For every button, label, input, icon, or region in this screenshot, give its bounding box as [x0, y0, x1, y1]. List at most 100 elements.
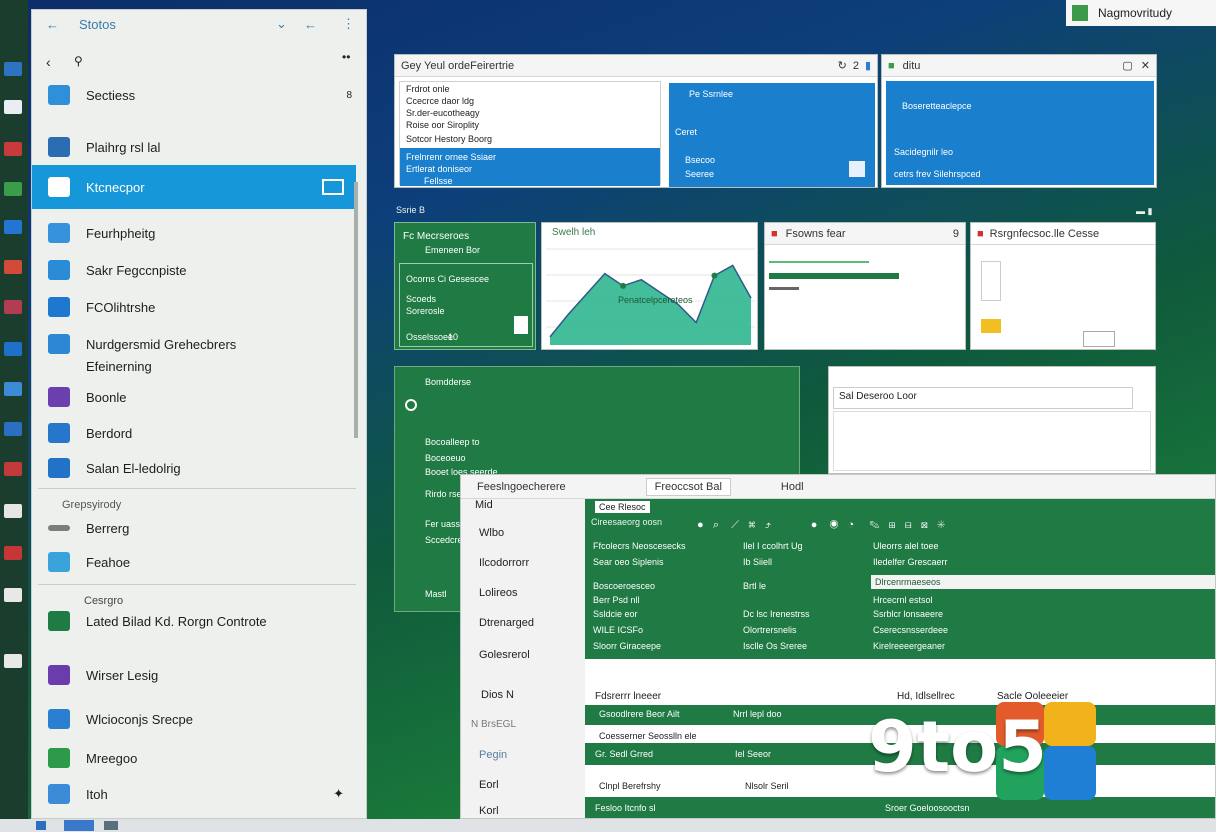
refresh-icon[interactable]: ↻ [838, 59, 847, 72]
card-title: Rsrgnfecsoc.lle Cesse [989, 227, 1100, 240]
start-item[interactable]: Boonle [32, 378, 356, 416]
start-item[interactable]: Nurdgersmid Grehecbrers Efeinerning [32, 328, 356, 376]
app-icon[interactable] [4, 182, 22, 196]
start-item[interactable]: Berrerg [32, 510, 356, 546]
app-icon[interactable] [64, 820, 94, 831]
start-item-selected[interactable]: Ktcnecpor [32, 165, 356, 209]
app-icon [48, 387, 70, 407]
card-settings[interactable]: ■ Rsrgnfecsoc.lle Cesse [970, 222, 1156, 350]
header-label: Stotos [79, 16, 116, 32]
start-item[interactable]: Lated Bilad Kd. Rorgn Controte [32, 606, 356, 636]
start-item[interactable]: Salan El-ledolrig [32, 449, 356, 487]
start-item[interactable]: Sectiess 8 [32, 76, 356, 114]
nav-item[interactable]: Dtrenarged [479, 617, 534, 629]
app-icon [48, 709, 70, 729]
item-label: Mreegoo [86, 750, 138, 766]
app-icon[interactable] [4, 300, 22, 314]
cell: Dlrcenrmaeseos [875, 577, 941, 587]
nav-item[interactable]: Eorl [479, 779, 499, 791]
app-icon[interactable] [4, 654, 22, 668]
circle-icon[interactable] [405, 399, 417, 411]
nav-item[interactable]: Dios N [481, 689, 514, 701]
nav-item[interactable]: Mid [475, 499, 493, 511]
start-item[interactable]: Wlcioconjs Srecpe [32, 700, 356, 738]
more-icon[interactable]: ▬ ▮ [1136, 206, 1152, 217]
nav-item[interactable]: Golesrerol [479, 649, 530, 661]
app-icon[interactable] [4, 62, 22, 76]
window-top-left[interactable]: Gey Yeul ordeFeirertrie ↻ 2 ▮ Frdrot onle C… [394, 54, 878, 188]
start-item[interactable]: Plaihrg rsl lal [32, 128, 356, 166]
toolbar-icons[interactable]: ● ⌕ ⟋ ⌘ ⤴ ● ◉ ◔ ✎ ⊞ ⊟ ⊠ ✳ [697, 519, 945, 532]
app-icon[interactable] [4, 382, 22, 396]
nav-item[interactable]: Ilcodorrorr [479, 557, 529, 569]
more-icon[interactable]: •• [342, 50, 350, 64]
app-icon[interactable] [104, 821, 118, 830]
app-icon[interactable] [4, 342, 22, 356]
divider [38, 584, 356, 585]
app-icon[interactable] [4, 588, 22, 602]
window-top-right[interactable]: ■ ditu ▢ ✕ Boseretteaclepce Sacidegnilr leo… [881, 54, 1157, 188]
nav-item[interactable]: Wlbo [479, 527, 504, 539]
more-icon[interactable]: ⋮ [342, 16, 355, 32]
window-icon [322, 179, 344, 195]
logo-text: 9to5 [868, 706, 1047, 788]
window-title: Gey Yeul ordeFeirertrie [401, 59, 515, 72]
expand-icon[interactable]: ✦ [333, 786, 344, 802]
app-icon [1072, 5, 1088, 21]
app-icon[interactable] [4, 462, 22, 476]
app-icon[interactable] [4, 100, 22, 114]
close-icon[interactable]: ✕ [1141, 59, 1150, 72]
nav-item[interactable]: Korl [479, 805, 499, 817]
app-icon [48, 423, 70, 443]
cell: Ssldcie eor [593, 609, 638, 619]
app-icon[interactable] [4, 142, 22, 156]
scrollbar[interactable] [354, 182, 358, 438]
app-icon[interactable] [4, 546, 22, 560]
tab[interactable]: Hodl [781, 481, 804, 493]
back-arrow-icon[interactable]: ‹ [46, 54, 51, 70]
sidebar-icon[interactable]: ▮ [865, 59, 871, 72]
progress-bar [769, 273, 899, 279]
app-icon[interactable] [4, 504, 22, 518]
card-list[interactable]: ■ Fsowns fear 9 [764, 222, 966, 350]
app-icon [48, 177, 70, 197]
app-icon: ■ [977, 227, 984, 240]
toolbar-title: Cee Rlesoc [595, 501, 650, 513]
app-icon[interactable] [4, 220, 22, 234]
back-arrow-icon[interactable]: ← [46, 17, 59, 32]
cell: Olortrersnelis [743, 625, 797, 635]
start-item[interactable]: FCOlihtrshe [32, 288, 356, 326]
data-point[interactable] [620, 282, 627, 289]
app-icon[interactable] [4, 260, 22, 274]
left-arrow-icon[interactable]: ← [304, 17, 317, 32]
thumbnail [981, 261, 1001, 301]
card-green[interactable]: Fc Mecrseroes Emeneen Bor Ocorns Ci Gese… [394, 222, 536, 350]
window-middle-right[interactable]: Sal Deseroo Loor [828, 366, 1156, 474]
tab-active[interactable]: Freoccsot Bal [645, 477, 731, 496]
start-item[interactable]: Mreegoo [32, 739, 356, 777]
restore-icon[interactable]: ▢ [1122, 59, 1132, 72]
start-item[interactable]: Berdord [32, 414, 356, 452]
start-item[interactable]: Feahoe [32, 544, 356, 580]
nav-item[interactable]: Pegin [479, 749, 507, 761]
app-icon [48, 665, 70, 685]
chevron-down-icon[interactable]: ⌄ [276, 16, 287, 32]
start-item[interactable]: Wirser Lesig [32, 656, 356, 694]
text-field[interactable] [833, 387, 1133, 409]
nav-item[interactable]: Lolireos [479, 587, 518, 599]
top-right-app[interactable]: Nagmovritudy [1066, 0, 1216, 26]
ok-button[interactable] [1083, 331, 1115, 347]
left-taskbar [0, 0, 28, 832]
app-icon[interactable] [36, 821, 46, 830]
data-point[interactable] [711, 272, 718, 279]
start-item[interactable]: Itoh ✦ [32, 775, 356, 813]
start-item[interactable]: Feurhpheitg [32, 214, 356, 252]
row-text: Roise oor Siroplity [406, 120, 480, 130]
search-icon[interactable]: ⚲ [74, 54, 83, 68]
document-icon [514, 316, 528, 334]
row-text: Sr.der-eucotheagy [406, 108, 480, 118]
row-text: Ccecrce daor ldg [406, 96, 475, 106]
app-icon[interactable] [4, 422, 22, 436]
start-item[interactable]: Sakr Fegccnpiste [32, 251, 356, 289]
chart-card[interactable]: Swelh leh Penatcelpcereteos [541, 222, 758, 350]
